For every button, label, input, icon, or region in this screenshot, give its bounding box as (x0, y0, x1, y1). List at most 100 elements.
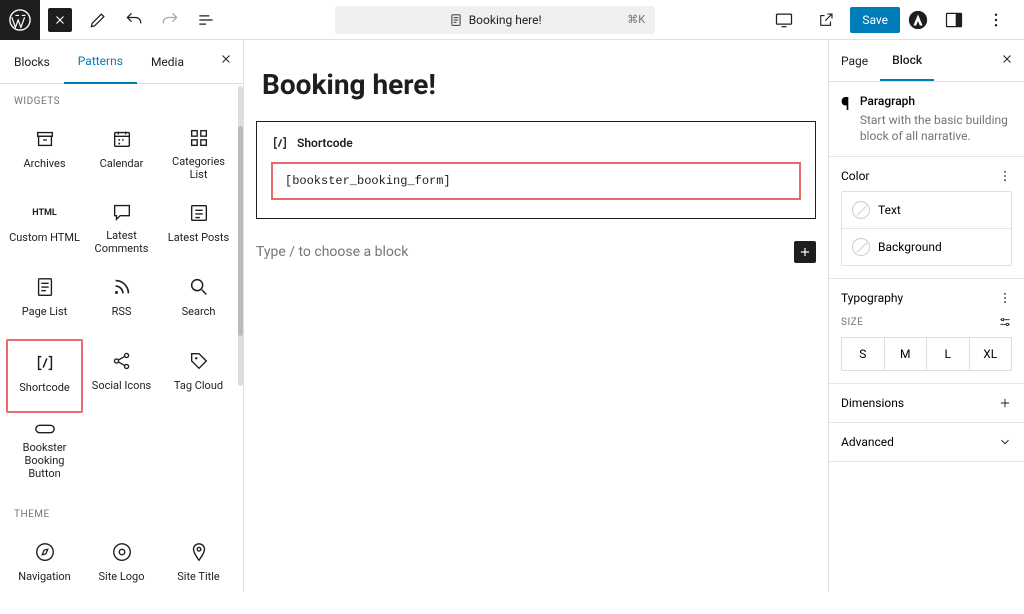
color-list: Text Background (841, 191, 1012, 266)
block-card-title: Paragraph (860, 94, 1012, 108)
more-options-icon[interactable] (998, 291, 1012, 305)
calendar-icon (110, 127, 134, 151)
posts-icon (187, 201, 211, 225)
tab-patterns[interactable]: Patterns (64, 40, 137, 84)
color-background-row[interactable]: Background (842, 229, 1011, 265)
tag-icon (187, 349, 211, 373)
swatch-icon (852, 238, 870, 256)
section-widgets: WIDGETS (0, 84, 243, 113)
font-size-picker: S M L XL (841, 337, 1012, 371)
settings-sidebar: Page Block ¶ Paragraph Start with the ba… (828, 40, 1024, 592)
block-categories-list[interactable]: Categories List (160, 117, 237, 191)
more-options-icon[interactable] (978, 2, 1014, 38)
share-icon (110, 349, 134, 373)
external-link-icon[interactable] (808, 2, 844, 38)
add-block-button[interactable] (794, 241, 816, 263)
paragraph-icon: ¶ (841, 94, 850, 144)
size-label: SIZE (841, 317, 863, 328)
undo-icon[interactable] (116, 2, 152, 38)
comment-icon (110, 201, 134, 223)
widgets-grid: Archives Calendar Categories List HTML C… (0, 113, 243, 497)
rss-icon (110, 275, 134, 299)
tools-edit-icon[interactable] (80, 2, 116, 38)
save-button[interactable]: Save (850, 7, 900, 33)
shortcode-block[interactable]: Shortcode (256, 121, 816, 219)
shortcode-input-highlight (271, 162, 801, 200)
topbar-right: Save (766, 2, 1024, 38)
block-shortcode[interactable]: Shortcode (6, 339, 83, 413)
close-inserter-button[interactable] (48, 8, 72, 32)
keyboard-hint: ⌘K (627, 13, 645, 26)
search-icon (187, 275, 211, 299)
size-l[interactable]: L (927, 338, 970, 370)
redo-icon[interactable] (152, 2, 188, 38)
dimensions-section[interactable]: Dimensions (829, 384, 1024, 423)
swatch-icon (852, 201, 870, 219)
block-tag-cloud[interactable]: Tag Cloud (160, 339, 237, 413)
pagelist-icon (33, 275, 57, 299)
typography-section-title: Typography (841, 291, 903, 305)
size-s[interactable]: S (842, 338, 885, 370)
block-page-list[interactable]: Page List (6, 265, 83, 339)
shortcode-icon (271, 134, 289, 152)
block-site-title[interactable]: Site Title (160, 530, 237, 604)
shortcode-input[interactable] (275, 166, 797, 196)
size-xl[interactable]: XL (970, 338, 1012, 370)
block-latest-posts[interactable]: Latest Posts (160, 191, 237, 265)
sitelogo-icon (110, 540, 134, 564)
tab-media[interactable]: Media (137, 41, 198, 83)
typography-section: Typography SIZE S M L XL (829, 279, 1024, 384)
main: Blocks Patterns Media WIDGETS Archives C… (0, 40, 1024, 592)
document-title: Booking here! (469, 13, 542, 27)
section-theme: THEME (0, 497, 243, 526)
tab-blocks[interactable]: Blocks (0, 41, 64, 83)
block-search[interactable]: Search (160, 265, 237, 339)
size-m[interactable]: M (885, 338, 928, 370)
shortcode-block-header: Shortcode (271, 134, 801, 152)
advanced-title: Advanced (841, 435, 894, 449)
topbar: Booking here! ⌘K Save (0, 0, 1024, 40)
topbar-left (0, 0, 224, 39)
button-icon (33, 423, 57, 435)
more-options-icon[interactable] (998, 169, 1012, 183)
inserter-tabs: Blocks Patterns Media (0, 40, 243, 84)
advanced-section[interactable]: Advanced (829, 423, 1024, 462)
astra-icon[interactable] (906, 8, 930, 32)
block-bookster-button[interactable]: Bookster Booking Button (6, 413, 83, 487)
topbar-center: Booking here! ⌘K (224, 6, 766, 34)
dimensions-title: Dimensions (841, 396, 904, 410)
html-icon: HTML (33, 201, 57, 225)
close-icon[interactable] (1000, 52, 1014, 66)
block-card-description: Start with the basic building block of a… (860, 112, 1012, 144)
page-icon (449, 13, 463, 27)
block-social-icons[interactable]: Social Icons (83, 339, 160, 413)
close-icon[interactable] (219, 52, 233, 66)
block-site-logo[interactable]: Site Logo (83, 530, 160, 604)
color-text-row[interactable]: Text (842, 192, 1011, 229)
color-section-title: Color (841, 169, 869, 183)
settings-sliders-icon[interactable] (998, 315, 1012, 329)
view-desktop-icon[interactable] (766, 2, 802, 38)
pin-icon (187, 540, 211, 564)
block-custom-html[interactable]: HTML Custom HTML (6, 191, 83, 265)
block-prompt[interactable]: Type / to choose a block (256, 244, 408, 260)
chevron-down-icon (998, 435, 1012, 449)
document-outline-icon[interactable] (188, 2, 224, 38)
archive-icon (33, 127, 57, 151)
inserter-scrollbar[interactable] (238, 86, 243, 386)
block-navigation[interactable]: Navigation (6, 530, 83, 604)
document-title-pill[interactable]: Booking here! ⌘K (335, 6, 655, 34)
color-section: Color Text Background (829, 157, 1024, 279)
block-rss[interactable]: RSS (83, 265, 160, 339)
theme-grid: Navigation Site Logo Site Title (0, 526, 243, 614)
block-latest-comments[interactable]: Latest Comments (83, 191, 160, 265)
settings-panel-icon[interactable] (936, 2, 972, 38)
block-archives[interactable]: Archives (6, 117, 83, 191)
page-title[interactable]: Booking here! (244, 68, 828, 121)
shortcode-block-label: Shortcode (297, 136, 353, 150)
tab-block[interactable]: Block (880, 41, 934, 81)
block-appender-row: Type / to choose a block (256, 241, 816, 263)
wordpress-logo[interactable] (0, 0, 40, 40)
tab-page[interactable]: Page (829, 42, 880, 80)
block-calendar[interactable]: Calendar (83, 117, 160, 191)
